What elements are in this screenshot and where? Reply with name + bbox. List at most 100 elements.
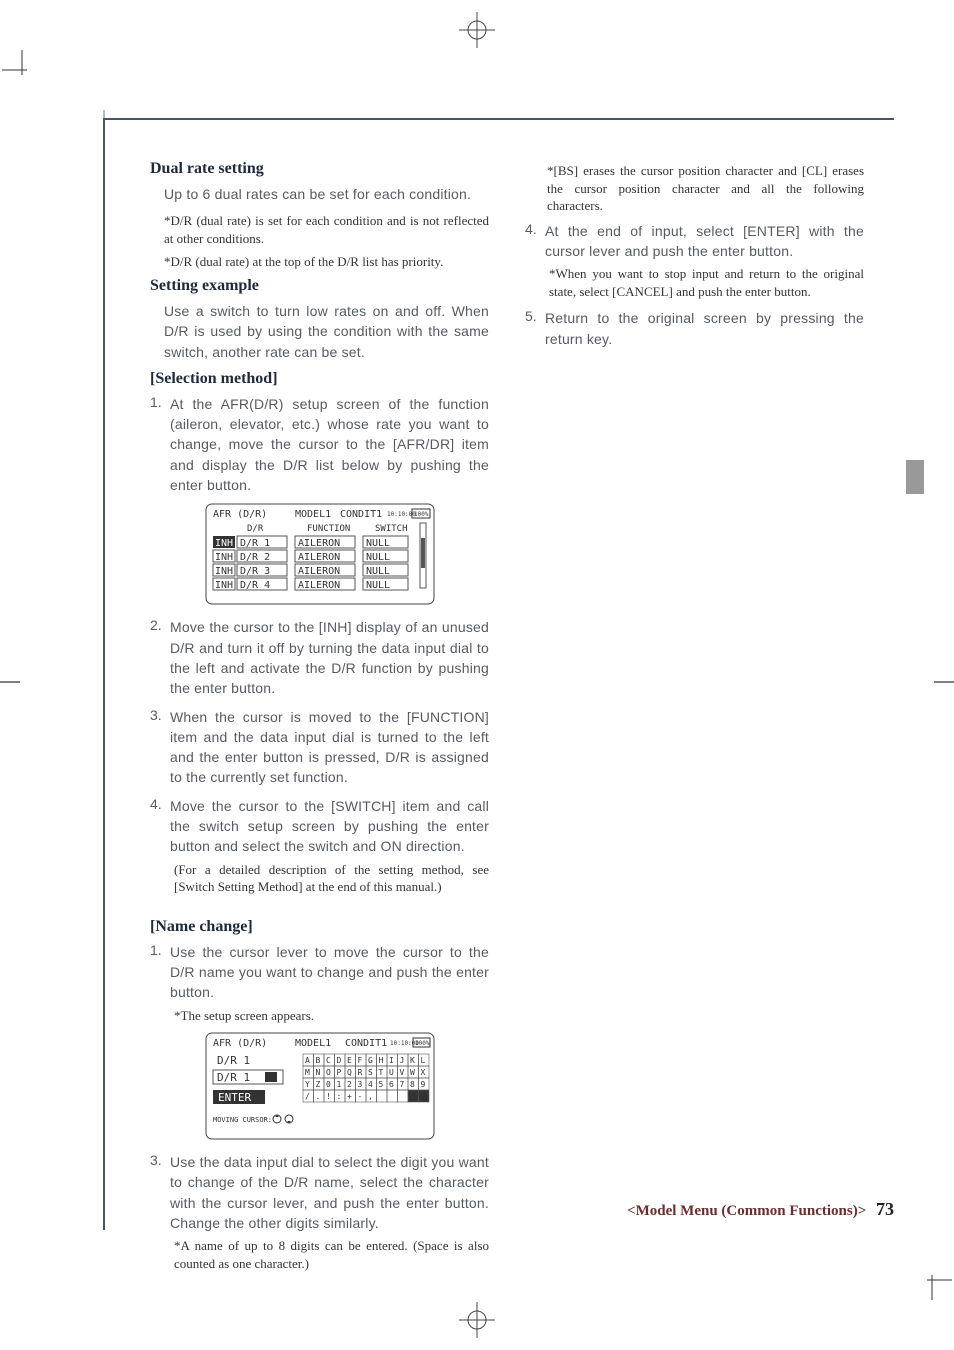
svg-text:5: 5: [378, 1080, 383, 1089]
svg-text:A: A: [305, 1056, 310, 1065]
left-column: Dual rate setting Up to 6 dual rates can…: [150, 160, 489, 1280]
list-item: 4.Move the cursor to the [SWITCH] item a…: [150, 796, 489, 896]
svg-text:O: O: [326, 1068, 331, 1077]
list-item: 3.Use the data input dial to select the …: [150, 1152, 489, 1272]
svg-text:D/R 3: D/R 3: [240, 566, 270, 577]
name-change-steps-cont: 3.Use the data input dial to select the …: [150, 1152, 489, 1272]
svg-text:V: V: [399, 1068, 404, 1077]
svg-text:INH: INH: [215, 538, 233, 549]
svg-text:X: X: [420, 1068, 425, 1077]
svg-text:SWITCH: SWITCH: [375, 524, 408, 534]
svg-text:AILERON: AILERON: [298, 566, 340, 577]
selection-steps: 1.At the AFR(D/R) setup screen of the fu…: [150, 394, 489, 495]
svg-text:INH: INH: [215, 580, 233, 591]
svg-text:AILERON: AILERON: [298, 552, 340, 563]
svg-text:,: ,: [368, 1092, 373, 1101]
svg-text:-: -: [357, 1092, 362, 1101]
fine-note: *D/R (dual rate) at the top of the D/R l…: [164, 253, 489, 271]
list-item: 2.Move the cursor to the [INH] display o…: [150, 617, 489, 698]
svg-text:D/R 2: D/R 2: [240, 552, 270, 563]
svg-text:D/R 1: D/R 1: [217, 1071, 250, 1084]
svg-text:AILERON: AILERON: [298, 580, 340, 591]
svg-text:R: R: [357, 1068, 362, 1077]
svg-text:+: +: [347, 1092, 352, 1101]
svg-text:J: J: [399, 1056, 404, 1065]
svg-text:0: 0: [326, 1080, 331, 1089]
svg-text:W: W: [410, 1068, 415, 1077]
heading-dual-rate: Dual rate setting: [150, 160, 489, 178]
svg-text:NULL: NULL: [366, 580, 390, 591]
svg-text:D/R: D/R: [247, 524, 264, 534]
crop-mark-icon: [922, 1270, 952, 1300]
svg-text:CL: CL: [420, 1094, 428, 1101]
svg-text:Q: Q: [347, 1068, 352, 1077]
svg-text:6: 6: [389, 1080, 394, 1089]
svg-text:K: K: [410, 1056, 415, 1065]
fine-note: *[BS] erases the cursor position charact…: [547, 162, 864, 215]
svg-text:AILERON: AILERON: [298, 538, 340, 549]
svg-text:B: B: [315, 1056, 320, 1065]
svg-text:FUNCTION: FUNCTION: [307, 524, 350, 534]
svg-text:U: U: [389, 1068, 394, 1077]
svg-text:D/R 1: D/R 1: [240, 538, 270, 549]
fine-note: *D/R (dual rate) is set for each conditi…: [164, 212, 489, 247]
heading-name-change: [Name change]: [150, 918, 489, 936]
svg-text:I: I: [389, 1056, 394, 1065]
svg-text:NULL: NULL: [366, 566, 390, 577]
svg-text:N: N: [315, 1068, 320, 1077]
svg-text:F: F: [357, 1056, 362, 1065]
svg-text:D: D: [336, 1056, 341, 1065]
edge-tab-icon: [906, 460, 924, 494]
footer-section: <Model Menu (Common Functions)>: [627, 1203, 866, 1219]
svg-text:INH: INH: [215, 552, 233, 563]
svg-text:AFR (D/R): AFR (D/R): [213, 1038, 267, 1049]
svg-text:AFR (D/R): AFR (D/R): [213, 509, 267, 520]
svg-text:8: 8: [410, 1080, 415, 1089]
list-item: 5.Return to the original screen by press…: [525, 308, 864, 349]
svg-text:1: 1: [336, 1080, 341, 1089]
svg-text:2: 2: [347, 1080, 352, 1089]
paragraph: Use a switch to turn low rates on and of…: [164, 301, 489, 362]
svg-text:Z: Z: [315, 1080, 320, 1089]
registration-mark-bottom-icon: [457, 1300, 497, 1340]
svg-text:S: S: [368, 1068, 373, 1077]
page-footer: <Model Menu (Common Functions)> 73: [627, 1199, 894, 1220]
svg-text:MODEL1: MODEL1: [295, 509, 331, 520]
crop-mark-icon: [2, 50, 32, 80]
heading-selection-method: [Selection method]: [150, 370, 489, 388]
heading-setting-example: Setting example: [150, 277, 489, 295]
svg-text:D/R 1: D/R 1: [217, 1054, 250, 1067]
svg-text:MOVING CURSOR:: MOVING CURSOR:: [213, 1116, 272, 1124]
page-number: 73: [876, 1199, 894, 1219]
svg-text:7: 7: [399, 1080, 404, 1089]
svg-text:CONDIT1: CONDIT1: [345, 1038, 387, 1049]
svg-text:.: .: [315, 1092, 320, 1101]
svg-text:/: /: [305, 1092, 310, 1101]
side-tick-icon: [0, 670, 20, 672]
side-tick-icon: [934, 670, 954, 672]
svg-text:NULL: NULL: [366, 552, 390, 563]
svg-text:BS: BS: [410, 1094, 418, 1101]
svg-text:M: M: [305, 1068, 310, 1077]
svg-text:9: 9: [420, 1080, 425, 1089]
svg-text:P: P: [336, 1068, 341, 1077]
list-item: 1.At the AFR(D/R) setup screen of the fu…: [150, 394, 489, 495]
content-frame: Dual rate setting Up to 6 dual rates can…: [103, 118, 894, 1230]
list-item: 4.At the end of input, select [ENTER] wi…: [525, 221, 864, 301]
svg-text:H: H: [378, 1056, 383, 1065]
lcd-screenshot-name-edit: AFR (D/R) MODEL1 CONDIT1 10:10:00 100% D…: [205, 1032, 435, 1140]
svg-text:ENTER: ENTER: [218, 1091, 251, 1104]
registration-mark-top-icon: [457, 10, 497, 50]
right-steps: 4.At the end of input, select [ENTER] wi…: [525, 221, 864, 349]
lcd-screenshot-dr-list: AFR (D/R) MODEL1 CONDIT1 10:10:00 100% D…: [205, 503, 435, 605]
document-page: Dual rate setting Up to 6 dual rates can…: [0, 0, 954, 1350]
svg-text:Y: Y: [305, 1080, 310, 1089]
svg-text:T: T: [378, 1068, 383, 1077]
svg-text:D/R 4: D/R 4: [240, 580, 270, 591]
svg-text::: :: [336, 1092, 341, 1101]
svg-text:NULL: NULL: [366, 538, 390, 549]
svg-text:4: 4: [368, 1080, 373, 1089]
svg-text:!: !: [326, 1092, 331, 1101]
svg-text:MODEL1: MODEL1: [295, 1038, 331, 1049]
list-item: 3.When the cursor is moved to the [FUNCT…: [150, 707, 489, 788]
